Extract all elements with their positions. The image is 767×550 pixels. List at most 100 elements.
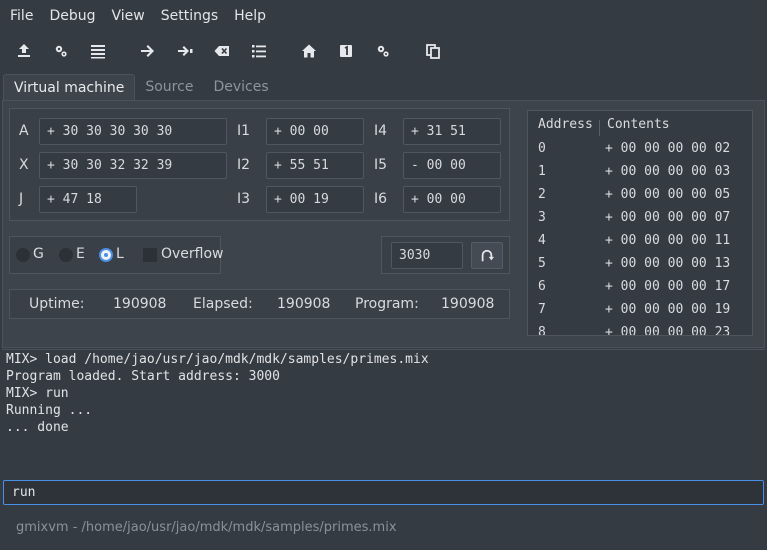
location-frame: 3030 [381,236,510,274]
clear-breakpoints-button[interactable] [209,38,235,64]
register-a-value[interactable]: + 30 30 30 30 30 [39,118,227,145]
table-row[interactable]: 5 + 00 00 00 00 13 [528,256,752,279]
memory-address: 0 [538,141,546,156]
elapsed-value: 190908 [277,296,331,312]
uptime-label: Uptime: [29,296,85,312]
menu-bar: File Debug View Settings Help [0,0,767,32]
gear-icon [55,45,67,57]
register-i4-label: I4 [374,123,388,139]
memory-header-address[interactable]: Address [538,117,593,137]
home-button[interactable] [296,38,322,64]
tab-bar: Virtual machine Source Devices [3,74,279,101]
menu-help[interactable]: Help [226,0,274,32]
status-bar: gmixvm - /home/jao/usr/jao/mdk/mdk/sampl… [16,520,397,535]
settings-button[interactable] [370,38,396,64]
step-into-icon [178,46,193,56]
comparison-e-label: E [76,246,85,262]
memory-header-contents[interactable]: Contents [607,117,670,137]
memory-contents: + 00 00 00 00 07 [605,210,731,225]
memory-contents: + 00 00 00 00 11 [605,233,731,248]
memory-contents: + 00 00 00 00 17 [605,279,731,294]
table-row[interactable]: 3 + 00 00 00 00 07 [528,210,752,233]
memory-contents: + 00 00 00 00 23 [605,325,731,336]
next-button[interactable] [172,38,198,64]
table-row[interactable]: 6 + 00 00 00 00 17 [528,279,752,302]
memory-address: 5 [538,256,546,271]
memory-contents: + 00 00 00 00 03 [605,164,731,179]
register-i6-label: I6 [374,191,388,207]
memory-address: 1 [538,164,546,179]
register-x-label: X [19,157,29,173]
copy-button[interactable] [420,38,446,64]
memory-address: 8 [538,325,546,336]
terminal-output: MIX> load /home/jao/usr/jao/mdk/mdk/samp… [2,349,765,478]
memory-table[interactable]: Address Contents 0 + 00 00 00 00 02 1 + 00 … [527,110,753,336]
table-row[interactable]: 2 + 00 00 00 00 05 [528,187,752,210]
comparison-e-radio[interactable] [59,248,73,262]
memory-header-separator [599,120,600,136]
program-label: Program: [355,296,419,312]
terminal-line: Program loaded. Start address: 3000 [6,369,280,384]
table-row[interactable]: 0 + 00 00 00 00 02 [528,141,752,164]
table-row[interactable]: 8 + 00 00 00 00 23 [528,325,752,336]
menu-view[interactable]: View [103,0,152,32]
table-row[interactable]: 7 + 00 00 00 00 19 [528,302,752,325]
location-counter-value[interactable]: 3030 [391,242,463,269]
reset-location-button[interactable] [471,242,503,269]
tab-devices[interactable]: Devices [203,74,278,101]
overflow-checkbox[interactable] [143,248,157,262]
registers-frame: A + 30 30 30 30 30 X + 30 30 32 32 39 J … [9,108,510,221]
comparison-g-radio[interactable] [16,248,30,262]
memory-address: 7 [538,302,546,317]
comparison-l-radio[interactable] [99,248,113,262]
run-button[interactable] [134,38,160,64]
memory-contents: + 00 00 00 00 02 [605,141,731,156]
memory-address: 3 [538,210,546,225]
terminal-line: MIX> run [6,386,69,401]
elapsed-label: Elapsed: [193,296,253,312]
load-button[interactable] [11,38,37,64]
flags-frame: G E L Overflow [9,236,224,274]
program-value: 190908 [441,296,495,312]
toolbar [0,32,767,70]
compile-button[interactable] [48,38,74,64]
upload-icon [18,44,30,57]
list-lines-icon [91,45,105,59]
memory-address: 6 [538,279,546,294]
tab-source[interactable]: Source [135,74,203,101]
register-i3-label: I3 [237,191,251,207]
list-button[interactable] [85,38,111,64]
table-row[interactable]: 4 + 00 00 00 00 11 [528,233,752,256]
register-i3-value[interactable]: + 00 19 [266,186,364,213]
menu-debug[interactable]: Debug [41,0,103,32]
menu-settings[interactable]: Settings [153,0,226,32]
undo-icon [481,249,494,261]
table-row[interactable]: 1 + 00 00 00 00 03 [528,164,752,187]
copy-icon [426,44,440,59]
register-i2-value[interactable]: + 55 51 [266,152,364,179]
timing-frame: Uptime: 190908 Elapsed: 190908 Program: … [9,289,510,319]
step-one-button[interactable] [333,38,359,64]
home-icon [302,44,316,58]
register-i2-label: I2 [237,157,251,173]
tab-virtual-machine[interactable]: Virtual machine [3,74,136,101]
register-i6-value[interactable]: + 00 00 [403,186,501,213]
register-j-value[interactable]: + 47 18 [39,186,137,213]
register-x-value[interactable]: + 30 30 32 32 39 [39,152,227,179]
breakpoints-list-button[interactable] [246,38,272,64]
register-i4-value[interactable]: + 31 51 [403,118,501,145]
terminal-line: ... done [6,420,69,435]
command-input[interactable] [3,480,764,505]
overflow-label: Overflow [161,246,224,262]
register-i5-label: I5 [374,157,388,173]
memory-contents: + 00 00 00 00 19 [605,302,731,317]
virtual-machine-panel: A + 30 30 30 30 30 X + 30 30 32 32 39 J … [2,100,765,348]
menu-file[interactable]: File [2,0,41,32]
memory-contents: + 00 00 00 00 13 [605,256,731,271]
comparison-g-label: G [33,246,44,262]
memory-address: 2 [538,187,546,202]
register-i1-value[interactable]: + 00 00 [266,118,364,145]
register-j-label: J [19,191,24,207]
register-i5-value[interactable]: - 00 00 [403,152,501,179]
bullet-list-icon [252,45,266,58]
